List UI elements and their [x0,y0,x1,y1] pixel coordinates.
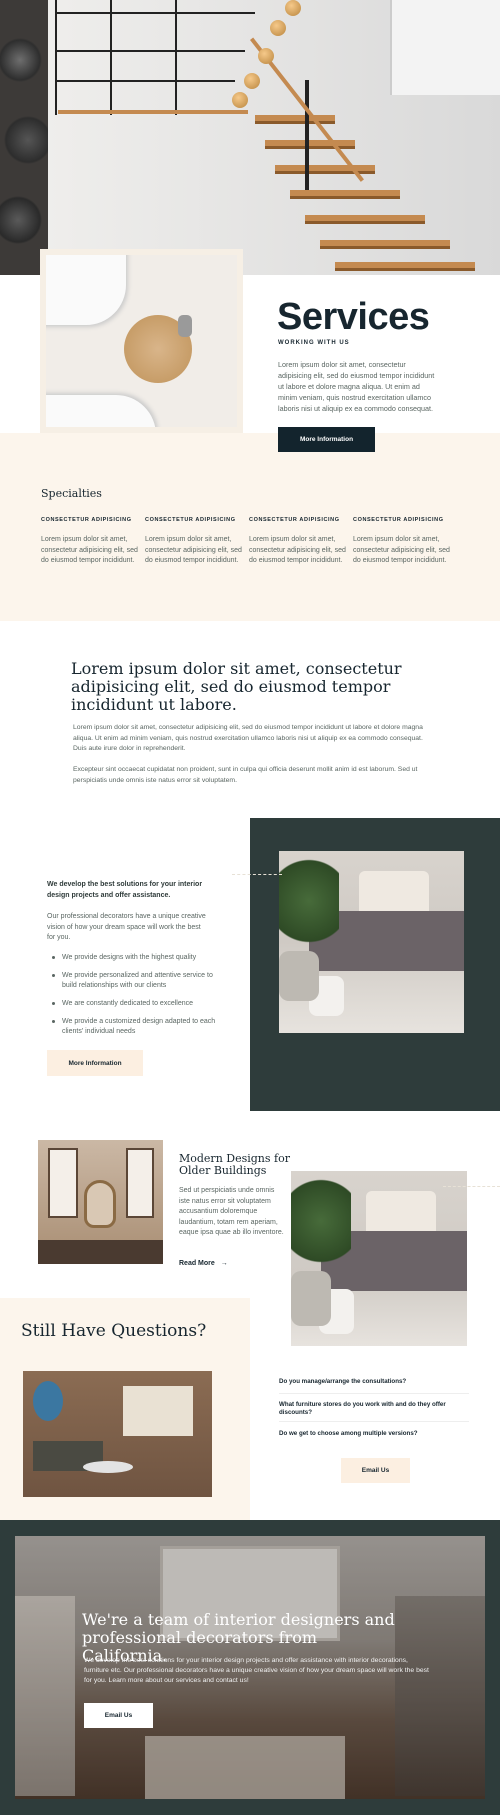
modern-body: Sed ut perspiciatis unde omnis iste natu… [179,1187,284,1236]
dashed-divider [232,874,282,875]
specialty-body: Lorem ipsum dolor sit amet, consectetur … [249,536,346,564]
intro-paragraph-2: Excepteur sint occaecat cupidatat non pr… [73,766,418,784]
services-title: Services [277,296,430,338]
cta-body: We develop the best solutions for your i… [84,1657,429,1684]
specialty-body: Lorem ipsum dolor sit amet, consectetur … [41,536,138,564]
specialty-heading: CONSECTETUR ADIPISICING [353,517,444,523]
services-more-info-button[interactable]: More Information [278,427,375,452]
services-chairs-table-image [40,249,243,433]
read-more-label: Read More [179,1260,215,1267]
specialty-column: CONSECTETUR ADIPISICING Lorem ipsum dolo… [353,517,453,567]
living-room-image [23,1371,212,1497]
intro-heading: Lorem ipsum dolor sit amet, consectetur … [71,659,402,714]
develop-body: Our professional decorators have a uniqu… [47,913,206,941]
specialty-body: Lorem ipsum dolor sit amet, consectetur … [145,536,242,564]
develop-more-info-button[interactable]: More Information [47,1050,143,1076]
cactus-pillows-image [279,851,464,1033]
hero-staircase-image [0,0,500,275]
specialty-column: CONSECTETUR ADIPISICING Lorem ipsum dolo… [41,517,141,567]
develop-list: We provide designs with the highest qual… [47,953,217,1045]
faq-item[interactable]: Do we get to choose among multiple versi… [279,1430,469,1438]
list-item: We provide personalized and attentive se… [47,971,217,991]
specialty-body: Lorem ipsum dolor sit amet, consectetur … [353,536,450,564]
read-more-link[interactable]: Read More → [179,1260,228,1267]
modern-title: Modern Designs for Older Buildings [179,1152,290,1177]
specialty-column: CONSECTETUR ADIPISICING Lorem ipsum dolo… [249,517,349,567]
hanging-chair-room-image [38,1140,163,1264]
specialty-heading: CONSECTETUR ADIPISICING [145,517,236,523]
faq-divider [279,1393,469,1394]
services-body: Lorem ipsum dolor sit amet, consectetur … [278,360,435,413]
questions-title: Still Have Questions? [21,1321,207,1341]
specialty-column: CONSECTETUR ADIPISICING Lorem ipsum dolo… [145,517,245,567]
questions-email-button[interactable]: Email Us [341,1458,410,1483]
specialty-heading: CONSECTETUR ADIPISICING [41,517,132,523]
faq-item[interactable]: Do you manage/arrange the consultations? [279,1378,469,1386]
services-subtitle: WORKING WITH US [278,340,350,346]
arrow-right-icon: → [220,1260,228,1267]
faq-divider [279,1421,469,1422]
list-item: We provide a customized design adapted t… [47,1017,217,1037]
dashed-divider [443,1186,500,1187]
develop-title: We develop the best solutions for your i… [47,881,203,899]
list-item: We provide designs with the highest qual… [47,953,217,963]
intro-paragraph-1: Lorem ipsum dolor sit amet, consectetur … [73,724,423,752]
specialties-title: Specialties [41,487,102,500]
cta-email-button[interactable]: Email Us [84,1703,153,1728]
cactus-pillows-image-2 [291,1171,467,1346]
faq-item[interactable]: What furniture stores do you work with a… [279,1401,469,1417]
list-item: We are constantly dedicated to excellenc… [47,999,217,1009]
specialty-heading: CONSECTETUR ADIPISICING [249,517,340,523]
